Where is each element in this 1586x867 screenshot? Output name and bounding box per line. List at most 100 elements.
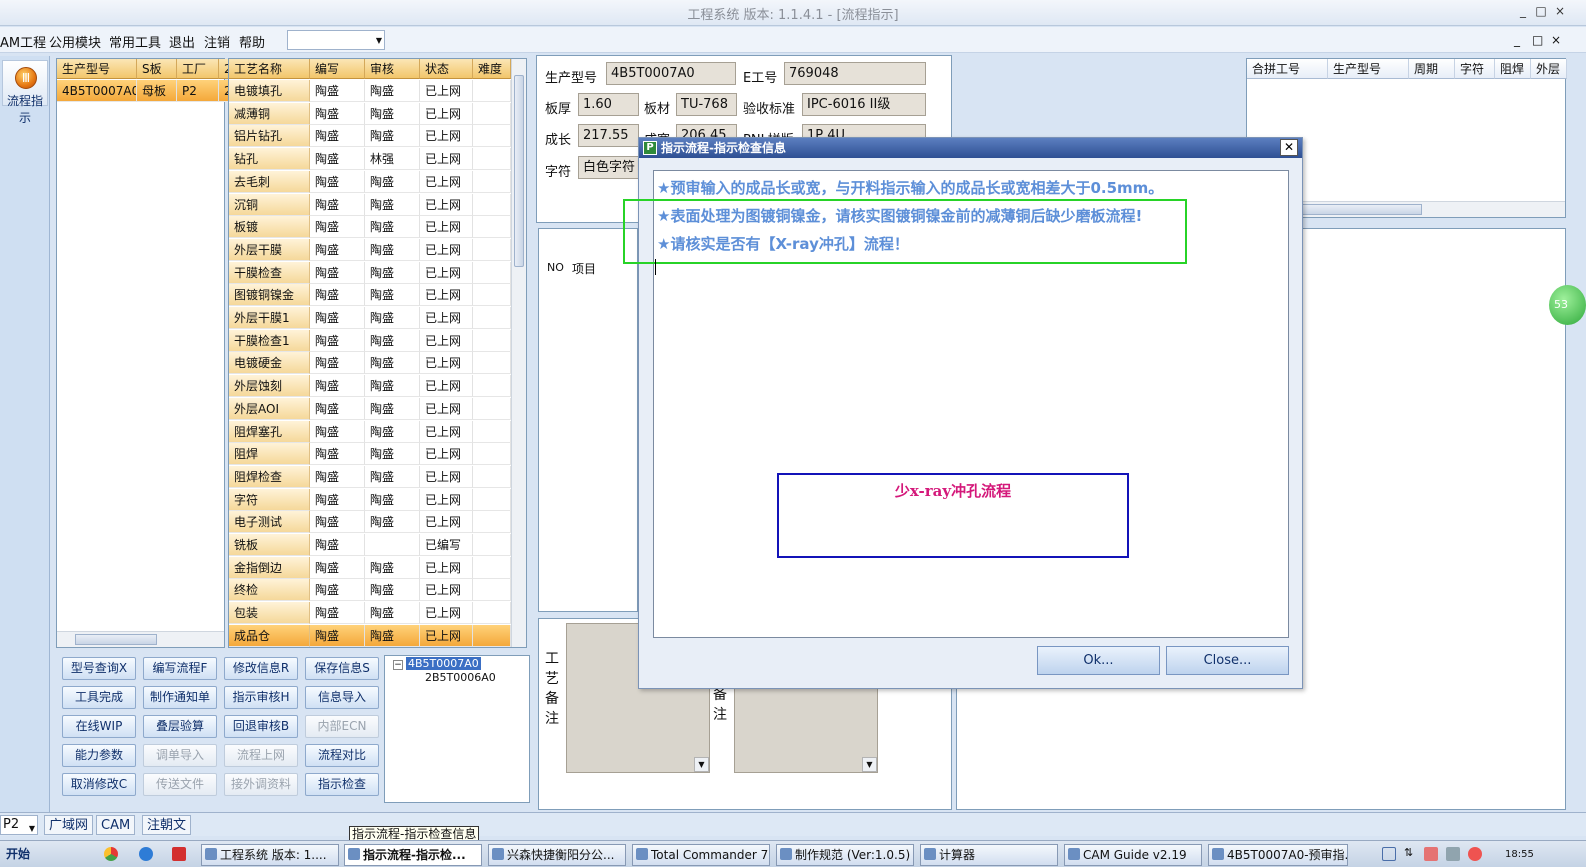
process-cell-difficulty[interactable]: [473, 420, 511, 443]
process-vscroll-thumb[interactable]: [514, 75, 524, 267]
task-total-commander[interactable]: Total Commander 7.0...: [632, 844, 770, 866]
process-cell-reviewer[interactable]: 陶盛: [365, 102, 420, 125]
process-cell-difficulty[interactable]: [473, 307, 511, 329]
task-cam-guide[interactable]: CAM Guide v2.19: [1064, 844, 1202, 866]
process-cell-reviewer[interactable]: 陶盛: [365, 307, 420, 329]
process-cell-reviewer[interactable]: 陶盛: [365, 329, 420, 352]
process-cell-status[interactable]: 已上网: [420, 579, 473, 602]
process-cell-reviewer[interactable]: 陶盛: [365, 579, 420, 602]
process-cell-author[interactable]: 陶盛: [310, 125, 365, 148]
start-button[interactable]: 开始: [0, 844, 42, 866]
app-quick-icon[interactable]: [172, 847, 186, 861]
process-cell-reviewer[interactable]: 陶盛: [365, 261, 420, 284]
process-cell-name[interactable]: 阻焊检查: [229, 465, 310, 488]
model-header-sboard[interactable]: S板: [137, 59, 177, 79]
maximize-button[interactable]: □: [1532, 3, 1550, 19]
task-engineering-system[interactable]: 工程系统 版本: 1....: [201, 844, 339, 866]
flow-instruction-button[interactable]: Ⅲ 流程指示: [2, 60, 48, 125]
process-cell-difficulty[interactable]: [473, 511, 511, 534]
process-cell-name[interactable]: 阻焊: [229, 443, 310, 466]
process-header-status[interactable]: 状态: [420, 59, 473, 79]
process-cell-difficulty[interactable]: [473, 329, 511, 352]
action-button[interactable]: 信息导入: [305, 686, 379, 709]
model-cell-product[interactable]: 4B5T0007A0: [57, 80, 137, 102]
action-button[interactable]: 接外调资料: [224, 773, 298, 796]
action-button[interactable]: 型号查询X: [62, 657, 136, 680]
process-header-reviewer[interactable]: 审核: [365, 59, 420, 79]
merge-header-outer[interactable]: 外层: [1531, 59, 1567, 79]
process-cell-name[interactable]: 干膜检查: [229, 261, 310, 284]
process-cell-reviewer[interactable]: 陶盛: [365, 80, 420, 102]
process-cell-name[interactable]: 钻孔: [229, 148, 310, 171]
process-cell-author[interactable]: 陶盛: [310, 579, 365, 602]
process-cell-reviewer[interactable]: 陶盛: [365, 420, 420, 443]
action-button[interactable]: 在线WIP: [62, 715, 136, 738]
process-cell-author[interactable]: 陶盛: [310, 465, 365, 488]
action-button[interactable]: 传送文件: [143, 773, 217, 796]
process-cell-status[interactable]: 已上网: [420, 307, 473, 329]
tab-user[interactable]: 注朝文: [142, 815, 192, 835]
process-cell-author[interactable]: 陶盛: [310, 534, 365, 556]
process-cell-reviewer[interactable]: 陶盛: [365, 602, 420, 625]
action-button[interactable]: 叠层验算: [143, 715, 217, 738]
tray-icon[interactable]: [1382, 847, 1396, 861]
process-cell-reviewer[interactable]: 陶盛: [365, 511, 420, 534]
product-field[interactable]: 4B5T0007A0: [606, 62, 736, 85]
process-cell-reviewer[interactable]: 陶盛: [365, 284, 420, 307]
model-cell-sboard[interactable]: 母板: [137, 80, 177, 102]
task-company[interactable]: 兴森快捷衡阳分公...: [488, 844, 626, 866]
process-cell-name[interactable]: 外层干膜1: [229, 307, 310, 329]
chevron-down-icon[interactable]: ▼: [862, 757, 877, 772]
menu-combo-select[interactable]: ▼: [287, 30, 385, 50]
process-cell-difficulty[interactable]: [473, 602, 511, 625]
process-cell-author[interactable]: 陶盛: [310, 602, 365, 625]
task-check-info[interactable]: 指示流程-指示检...: [344, 844, 482, 866]
process-cell-difficulty[interactable]: [473, 193, 511, 216]
process-cell-author[interactable]: 陶盛: [310, 216, 365, 239]
process-cell-status[interactable]: 已上网: [420, 148, 473, 171]
process-cell-name[interactable]: 终检: [229, 579, 310, 602]
process-cell-status[interactable]: 已上网: [420, 602, 473, 625]
char-field[interactable]: 白色字符: [578, 156, 639, 179]
process-cell-author[interactable]: 陶盛: [310, 261, 365, 284]
tab-cam[interactable]: CAM: [96, 815, 136, 835]
mdi-restore-button[interactable]: □: [1532, 33, 1543, 47]
process-cell-status[interactable]: 已上网: [420, 80, 473, 102]
dialog-titlebar[interactable]: P 指示流程-指示检查信息 ✕: [639, 138, 1302, 158]
process-cell-name[interactable]: 铝片钻孔: [229, 125, 310, 148]
process-header-author[interactable]: 编写: [310, 59, 365, 79]
process-cell-author[interactable]: 陶盛: [310, 102, 365, 125]
process-cell-name[interactable]: 外层干膜: [229, 238, 310, 261]
menu-cam-project[interactable]: AM工程: [0, 32, 46, 51]
merge-header-product[interactable]: 生产型号: [1328, 59, 1409, 79]
process-cell-name[interactable]: 去毛刺: [229, 170, 310, 193]
process-cell-author[interactable]: 陶盛: [310, 238, 365, 261]
menu-help[interactable]: 帮助: [239, 32, 265, 51]
process-cell-difficulty[interactable]: [473, 534, 511, 556]
action-button[interactable]: 能力参数: [62, 744, 136, 767]
process-cell-name[interactable]: 成品仓: [229, 624, 310, 647]
minimize-button[interactable]: _: [1514, 3, 1532, 19]
length-field[interactable]: 217.55: [578, 124, 639, 147]
menu-exit[interactable]: 退出: [169, 32, 195, 51]
process-cell-difficulty[interactable]: [473, 125, 511, 148]
process-cell-status[interactable]: 已上网: [420, 465, 473, 488]
process-cell-reviewer[interactable]: 陶盛: [365, 170, 420, 193]
floating-badge[interactable]: 53: [1549, 285, 1586, 325]
process-cell-difficulty[interactable]: [473, 238, 511, 261]
process-cell-author[interactable]: 陶盛: [310, 420, 365, 443]
merge-header-job[interactable]: 合拼工号: [1247, 59, 1328, 79]
process-cell-name[interactable]: 图镀铜镍金: [229, 284, 310, 307]
task-calculator[interactable]: 计算器: [920, 844, 1058, 866]
process-header-name[interactable]: 工艺名称: [229, 59, 310, 79]
process-cell-reviewer[interactable]: 陶盛: [365, 375, 420, 398]
process-cell-difficulty[interactable]: [473, 284, 511, 307]
action-button[interactable]: 指示检查: [305, 773, 379, 796]
material-field[interactable]: TU-768: [676, 93, 737, 116]
process-cell-author[interactable]: 陶盛: [310, 375, 365, 398]
merge-header-char[interactable]: 字符: [1455, 59, 1495, 79]
process-cell-author[interactable]: 陶盛: [310, 284, 365, 307]
process-cell-reviewer[interactable]: 陶盛: [365, 624, 420, 647]
menu-tools[interactable]: 常用工具: [109, 32, 161, 51]
process-cell-status[interactable]: 已上网: [420, 624, 473, 647]
